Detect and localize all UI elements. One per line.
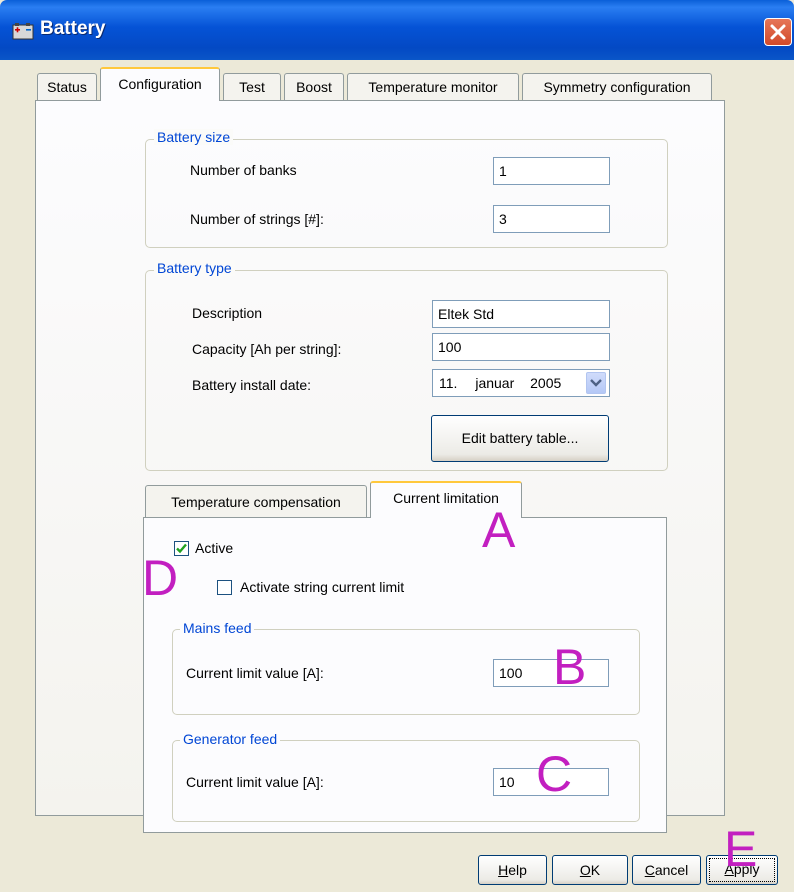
chevron-down-icon[interactable]: [586, 372, 606, 394]
capacity-input[interactable]: 100: [432, 333, 610, 361]
window-title: Battery: [40, 18, 106, 39]
battery-size-title: Battery size: [154, 129, 234, 145]
tab-temperature-monitor[interactable]: Temperature monitor: [347, 73, 519, 100]
generator-feed-title: Generator feed: [180, 731, 281, 747]
string-current-limit-checkbox[interactable]: [217, 580, 232, 595]
mains-feed-title: Mains feed: [180, 620, 255, 636]
install-date-year: 2005: [530, 375, 562, 391]
battery-icon: [12, 22, 34, 40]
tab-status[interactable]: Status: [37, 73, 97, 100]
mains-current-limit-input[interactable]: 100: [493, 659, 609, 687]
annotation-b: B: [553, 639, 587, 695]
string-current-limit-label: Activate string current limit: [240, 579, 405, 595]
install-date-day: 11.: [439, 375, 458, 391]
annotation-a: A: [482, 502, 516, 558]
close-button[interactable]: [764, 18, 792, 46]
annotation-d: D: [142, 550, 179, 606]
close-icon: [770, 24, 786, 40]
install-date-picker[interactable]: 11. januar 2005: [432, 369, 610, 397]
generator-current-limit-label: Current limit value [A]:: [186, 774, 324, 790]
cancel-button[interactable]: Cancel: [632, 855, 701, 885]
battery-dialog: Battery Status Configuration Test Boost …: [0, 0, 794, 892]
description-input[interactable]: Eltek Std: [432, 300, 610, 328]
tab-temperature-compensation[interactable]: Temperature compensation: [145, 485, 367, 517]
tab-boost[interactable]: Boost: [284, 73, 344, 100]
number-of-banks-label: Number of banks: [190, 162, 297, 178]
number-of-strings-input[interactable]: 3: [493, 205, 610, 233]
tab-configuration[interactable]: Configuration: [100, 67, 220, 101]
capacity-label: Capacity [Ah per string]:: [192, 341, 342, 357]
install-date-month: januar: [475, 375, 515, 391]
tab-test[interactable]: Test: [223, 73, 281, 100]
battery-type-title: Battery type: [154, 260, 235, 276]
tab-symmetry-configuration[interactable]: Symmetry configuration: [522, 73, 712, 100]
annotation-c: C: [536, 746, 573, 802]
mains-current-limit-label: Current limit value [A]:: [186, 665, 324, 681]
install-date-label: Battery install date:: [192, 377, 312, 393]
edit-battery-table-button[interactable]: Edit battery table...: [431, 415, 609, 462]
help-button[interactable]: Help: [478, 855, 547, 885]
title-bar[interactable]: Battery: [0, 0, 794, 60]
active-label: Active: [195, 540, 234, 556]
description-label: Description: [192, 305, 263, 321]
number-of-banks-input[interactable]: 1: [493, 157, 610, 185]
annotation-e: E: [724, 821, 758, 877]
number-of-strings-label: Number of strings [#]:: [190, 211, 324, 227]
ok-button[interactable]: OK: [552, 855, 628, 885]
